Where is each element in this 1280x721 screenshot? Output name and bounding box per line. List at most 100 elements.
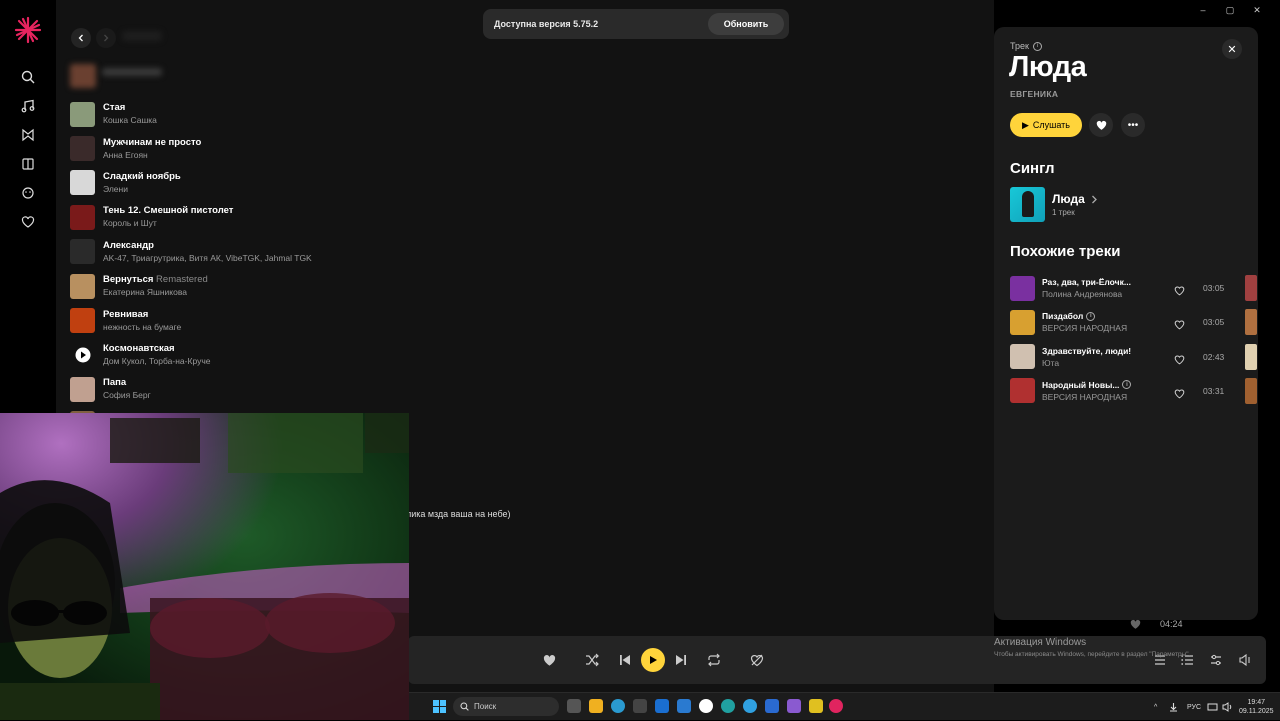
podcasts-icon[interactable] — [16, 123, 40, 147]
similar-track-artist[interactable]: Юта — [1042, 357, 1162, 369]
tray-download-icon[interactable] — [1169, 693, 1178, 721]
repeat-icon[interactable] — [706, 652, 722, 668]
next-icon[interactable] — [673, 652, 689, 668]
tray-network-icon[interactable] — [1207, 693, 1218, 721]
search-icon[interactable] — [16, 65, 40, 89]
similar-track-row[interactable]: Пиздабол i ВЕРСИЯ НАРОДНАЯ 03:05 — [1010, 305, 1257, 339]
track-artist[interactable]: ЕВГЕНИКА — [1010, 89, 1058, 99]
info-icon[interactable]: i — [1086, 311, 1096, 321]
track-artist[interactable]: AK-47, Триагрутрика, Витя АК, VibeTGK, J… — [103, 252, 312, 264]
previous-icon[interactable] — [617, 652, 633, 668]
yandex-browser-icon[interactable] — [699, 699, 713, 713]
dislike-icon[interactable] — [749, 652, 765, 668]
update-button[interactable]: Обновить — [708, 13, 784, 35]
heart-icon[interactable] — [1174, 283, 1185, 301]
back-button[interactable] — [71, 28, 91, 48]
similar-track-artist[interactable]: Полина Андреянова — [1042, 288, 1162, 300]
listen-button[interactable]: ▶ Слушать — [1010, 113, 1082, 137]
track-artist[interactable]: Король и Шут — [103, 217, 233, 229]
windows-start-icon[interactable] — [433, 700, 446, 718]
taskbar-time: 19:47 — [1247, 699, 1266, 706]
forward-button[interactable] — [96, 28, 116, 48]
update-message: Доступна версия 5.75.2 — [494, 19, 599, 29]
track-meta: Ревнивая нежность на бумаге — [103, 309, 181, 333]
track-artist[interactable]: Кошка Сашка — [103, 114, 157, 126]
track-row[interactable]: Сладкий ноябрь Элени — [70, 166, 570, 200]
play-circle-icon — [75, 347, 90, 363]
track-artist[interactable]: Дом Кукол, Торба-на-Круче — [103, 355, 210, 367]
collection-heart-icon[interactable] — [16, 210, 40, 234]
app-yellow-icon[interactable] — [809, 699, 823, 713]
similar-track-artist[interactable]: ВЕРСИЯ НАРОДНАЯ — [1042, 391, 1162, 403]
minimize-button[interactable]: – — [1197, 4, 1209, 16]
info-icon[interactable]: i — [1122, 380, 1132, 390]
todo-icon[interactable] — [677, 699, 691, 713]
shuffle-icon[interactable] — [584, 652, 600, 668]
track-meta: Сладкий ноябрь Элени — [103, 171, 181, 195]
close-panel-button[interactable]: ✕ — [1222, 39, 1242, 59]
outlook-icon[interactable] — [655, 699, 669, 713]
play-pause-button[interactable] — [641, 648, 665, 672]
track-row[interactable]: Космонавтская Дом Кукол, Торба-на-Круче — [70, 338, 570, 372]
like-button[interactable] — [1089, 113, 1113, 137]
tray-chevron-icon[interactable]: ^ — [1154, 693, 1157, 721]
similar-track-row[interactable]: Народный Новы... i ВЕРСИЯ НАРОДНАЯ 03:31 — [1010, 374, 1257, 408]
track-row[interactable]: Александр AK-47, Триагрутрика, Витя АК, … — [70, 235, 570, 269]
heart-icon[interactable] — [1174, 352, 1185, 370]
app-purple-icon[interactable] — [787, 699, 801, 713]
similar-track-artist[interactable]: ВЕРСИЯ НАРОДНАЯ — [1042, 322, 1162, 334]
similar-track-title: Пиздабол — [1042, 311, 1084, 322]
track-artist[interactable]: София Берг — [103, 389, 151, 401]
maximize-button[interactable]: ▢ — [1224, 4, 1236, 16]
track-row[interactable]: Стая Кошка Сашка — [70, 97, 570, 131]
next-card-peek — [1245, 275, 1257, 301]
language-indicator[interactable]: РУС — [1187, 693, 1201, 721]
track-title: Тень 12. Смешной пистолет — [103, 205, 233, 217]
heart-icon[interactable] — [1174, 386, 1185, 404]
single-title: Люда — [1052, 192, 1085, 206]
volume-icon[interactable] — [1237, 652, 1253, 668]
music-note-icon[interactable] — [16, 94, 40, 118]
more-options-button[interactable]: ••• — [1121, 113, 1145, 137]
windows-taskbar: Поиск ^ РУС 19:47 09.11.2025 — [409, 692, 1280, 720]
track-row[interactable]: Тень 12. Смешной пистолет Король и Шут — [70, 200, 570, 234]
track-row[interactable]: Мужчинам не просто Анна Егоян — [70, 131, 570, 165]
similar-track-meta: Раз, два, три-Ёлочк... Полина Андреянова — [1042, 276, 1162, 300]
close-window-button[interactable]: ✕ — [1251, 4, 1263, 16]
track-artist[interactable]: Екатерина Яшникова — [103, 286, 208, 298]
like-current-icon[interactable] — [541, 652, 557, 668]
track-row[interactable]: Ревнивая нежность на бумаге — [70, 303, 570, 337]
cursor-app-icon[interactable] — [721, 699, 735, 713]
similar-track-row[interactable]: Раз, два, три-Ёлочк... Полина Андреянова 0… — [1010, 271, 1257, 305]
task-view-icon[interactable] — [567, 699, 581, 713]
equalizer-icon[interactable] — [1208, 652, 1224, 668]
info-icon[interactable]: i — [1032, 41, 1042, 51]
row-like-icon[interactable] — [1130, 617, 1141, 635]
panel-kind: Трек i — [1010, 41, 1042, 51]
heart-icon[interactable] — [1174, 317, 1185, 335]
app-blue-icon[interactable] — [765, 699, 779, 713]
app-logo-icon[interactable] — [14, 16, 42, 44]
track-artist[interactable]: Анна Егоян — [103, 149, 201, 161]
track-artist[interactable]: нежность на бумаге — [103, 321, 181, 333]
taskbar-search[interactable]: Поиск — [453, 697, 559, 716]
track-row[interactable]: Вернуться Remastered Екатерина Яшникова — [70, 269, 570, 303]
webcam-scene — [0, 413, 409, 720]
single-card[interactable]: Люда 1 трек — [1010, 187, 1098, 222]
similar-track-row[interactable]: Здравствуйте, люди! Юта 02:43 — [1010, 340, 1257, 374]
edge-icon[interactable] — [611, 699, 625, 713]
telegram-icon[interactable] — [743, 699, 757, 713]
yandex-music-taskbar-icon[interactable] — [829, 699, 843, 713]
track-row[interactable]: Папа София Берг — [70, 372, 570, 406]
kids-icon[interactable] — [16, 181, 40, 205]
track-meta: Мужчинам не просто Анна Егоян — [103, 137, 201, 161]
file-explorer-icon[interactable] — [589, 699, 603, 713]
store-icon[interactable] — [633, 699, 647, 713]
track-title: Стая — [103, 102, 157, 114]
tray-volume-icon[interactable] — [1222, 693, 1233, 721]
taskbar-clock[interactable]: 19:47 09.11.2025 — [1239, 693, 1274, 721]
blurred-header — [122, 31, 162, 41]
track-artist[interactable]: Элени — [103, 183, 181, 195]
similar-track-meta: Пиздабол i ВЕРСИЯ НАРОДНАЯ — [1042, 310, 1162, 334]
books-icon[interactable] — [16, 152, 40, 176]
